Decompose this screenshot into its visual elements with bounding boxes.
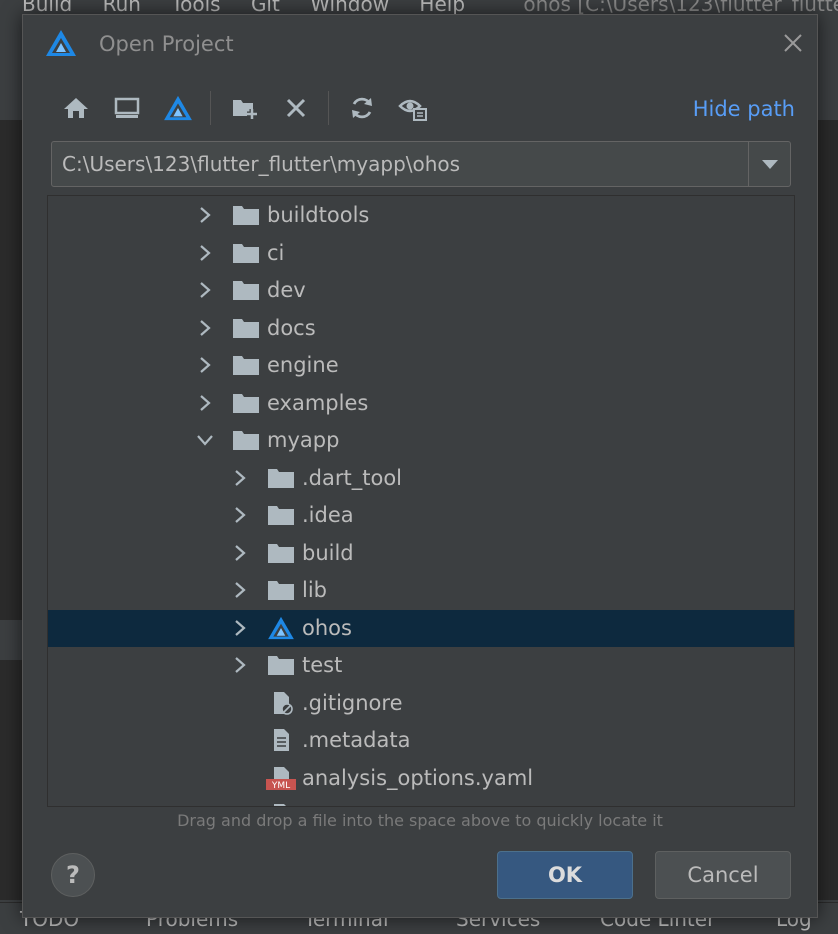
tree-row-label: examples — [267, 390, 369, 415]
chevron-down-icon[interactable] — [196, 430, 214, 450]
tree-row-label: .idea — [302, 503, 354, 527]
yaml-file-icon: YML — [266, 766, 296, 791]
refresh-button[interactable] — [345, 91, 379, 125]
tree-row-label: lib — [302, 578, 327, 602]
ide-menu-bar: Build Run Tools Git Window Help ohos [C:… — [22, 0, 838, 16]
folder-icon — [266, 653, 296, 677]
tree-row-label: docs — [267, 315, 316, 340]
dialog-title: Open Project — [99, 32, 234, 56]
home-icon — [64, 98, 88, 118]
chevron-right-icon[interactable] — [231, 543, 249, 563]
file-tree[interactable]: YML analysis_options.yaml .metadata .gitign… — [47, 195, 795, 807]
tree-row-label: .dart_tool — [302, 465, 403, 490]
tree-row[interactable]: buildtools — [48, 197, 794, 234]
project-dir-button[interactable] — [161, 91, 195, 125]
delete-icon — [286, 98, 306, 118]
folder-icon — [231, 391, 261, 415]
ok-button[interactable]: OK — [497, 851, 633, 899]
open-project-dialog: Open Project Hide path C:\Users\123\flut… — [22, 14, 818, 918]
new-folder-icon — [233, 100, 257, 119]
folder-icon — [231, 353, 261, 377]
tree-row[interactable]: docs — [48, 310, 794, 347]
tree-row[interactable]: .dart_tool — [48, 460, 794, 497]
chevron-right-icon[interactable] — [231, 580, 249, 600]
tree-row[interactable]: ohos — [48, 609, 794, 647]
chevron-right-icon[interactable] — [196, 280, 214, 300]
tree-row[interactable]: lib — [48, 572, 794, 609]
cancel-button[interactable]: Cancel — [655, 851, 791, 899]
toolbar-separator — [328, 91, 329, 125]
dialog-toolbar: Hide path — [23, 89, 817, 129]
tree-row[interactable] — [48, 797, 794, 806]
path-history-dropdown[interactable] — [748, 142, 790, 186]
tree-row[interactable]: .idea — [48, 497, 794, 534]
tree-row[interactable]: dev — [48, 272, 794, 309]
home-button[interactable] — [59, 91, 93, 125]
folder-icon — [231, 203, 261, 227]
folder-icon — [231, 278, 261, 302]
folder-icon — [266, 466, 296, 490]
ignore-file-icon — [266, 691, 296, 715]
show-hidden-icon — [398, 99, 427, 121]
tree-row-label: test — [302, 653, 343, 677]
folder-icon — [266, 503, 296, 527]
project-logo-icon — [266, 616, 296, 640]
dialog-title-bar[interactable]: Open Project — [23, 15, 817, 73]
tree-row-label: build — [302, 540, 354, 565]
tree-row[interactable]: .gitignore — [48, 685, 794, 722]
tree-row[interactable]: test — [48, 647, 794, 684]
tree-row-label: ci — [267, 240, 285, 265]
path-combobox — [51, 141, 791, 187]
chevron-down-icon — [761, 160, 778, 169]
desktop-button[interactable] — [110, 91, 144, 125]
delete-button[interactable] — [279, 91, 313, 125]
folder-icon — [266, 578, 296, 602]
close-icon[interactable] — [781, 31, 805, 55]
folder-icon — [231, 241, 261, 265]
chevron-right-icon[interactable] — [196, 318, 214, 338]
tree-row[interactable]: myapp — [48, 422, 794, 459]
new-folder-button[interactable] — [228, 91, 262, 125]
tree-row[interactable]: build — [48, 535, 794, 572]
path-input[interactable] — [52, 142, 746, 186]
tree-row-label: engine — [267, 353, 339, 377]
svg-text:YML: YML — [271, 781, 290, 790]
chevron-right-icon[interactable] — [196, 355, 214, 375]
folder-icon — [231, 316, 261, 340]
hide-path-link[interactable]: Hide path — [693, 97, 795, 121]
help-button[interactable]: ? — [51, 853, 95, 897]
tree-row-label: ohos — [302, 615, 352, 640]
chevron-right-icon[interactable] — [196, 243, 214, 263]
text-file-icon — [266, 728, 296, 752]
tree-row-label: dev — [267, 278, 306, 302]
chevron-right-icon[interactable] — [196, 393, 214, 413]
tree-row[interactable]: ci — [48, 235, 794, 272]
tree-row[interactable]: engine — [48, 347, 794, 384]
tree-row-label: .gitignore — [302, 690, 403, 715]
project-logo-icon — [46, 30, 76, 56]
tree-row-label: analysis_options.yaml — [302, 765, 534, 790]
refresh-icon — [352, 97, 372, 119]
desktop-icon — [114, 97, 140, 118]
chevron-right-icon[interactable] — [231, 468, 249, 488]
tree-row[interactable]: examples — [48, 385, 794, 422]
drag-drop-hint: Drag and drop a file into the space abov… — [177, 811, 663, 830]
tree-row-label: .metadata — [302, 728, 411, 752]
tree-row[interactable]: YML analysis_options.yaml — [48, 760, 794, 797]
chevron-right-icon[interactable] — [231, 655, 249, 675]
project-logo-icon — [164, 95, 192, 121]
tree-row-label: myapp — [267, 428, 340, 452]
show-hidden-button[interactable] — [396, 91, 430, 125]
toolbar-separator — [210, 91, 211, 125]
tree-row-label: buildtools — [267, 203, 370, 227]
tree-row[interactable]: .metadata — [48, 722, 794, 759]
chevron-right-icon[interactable] — [231, 505, 249, 525]
folder-icon — [266, 541, 296, 565]
chevron-right-icon[interactable] — [196, 205, 214, 225]
chevron-right-icon[interactable] — [231, 618, 249, 638]
folder-icon — [231, 428, 261, 452]
text-file-icon — [266, 803, 296, 806]
